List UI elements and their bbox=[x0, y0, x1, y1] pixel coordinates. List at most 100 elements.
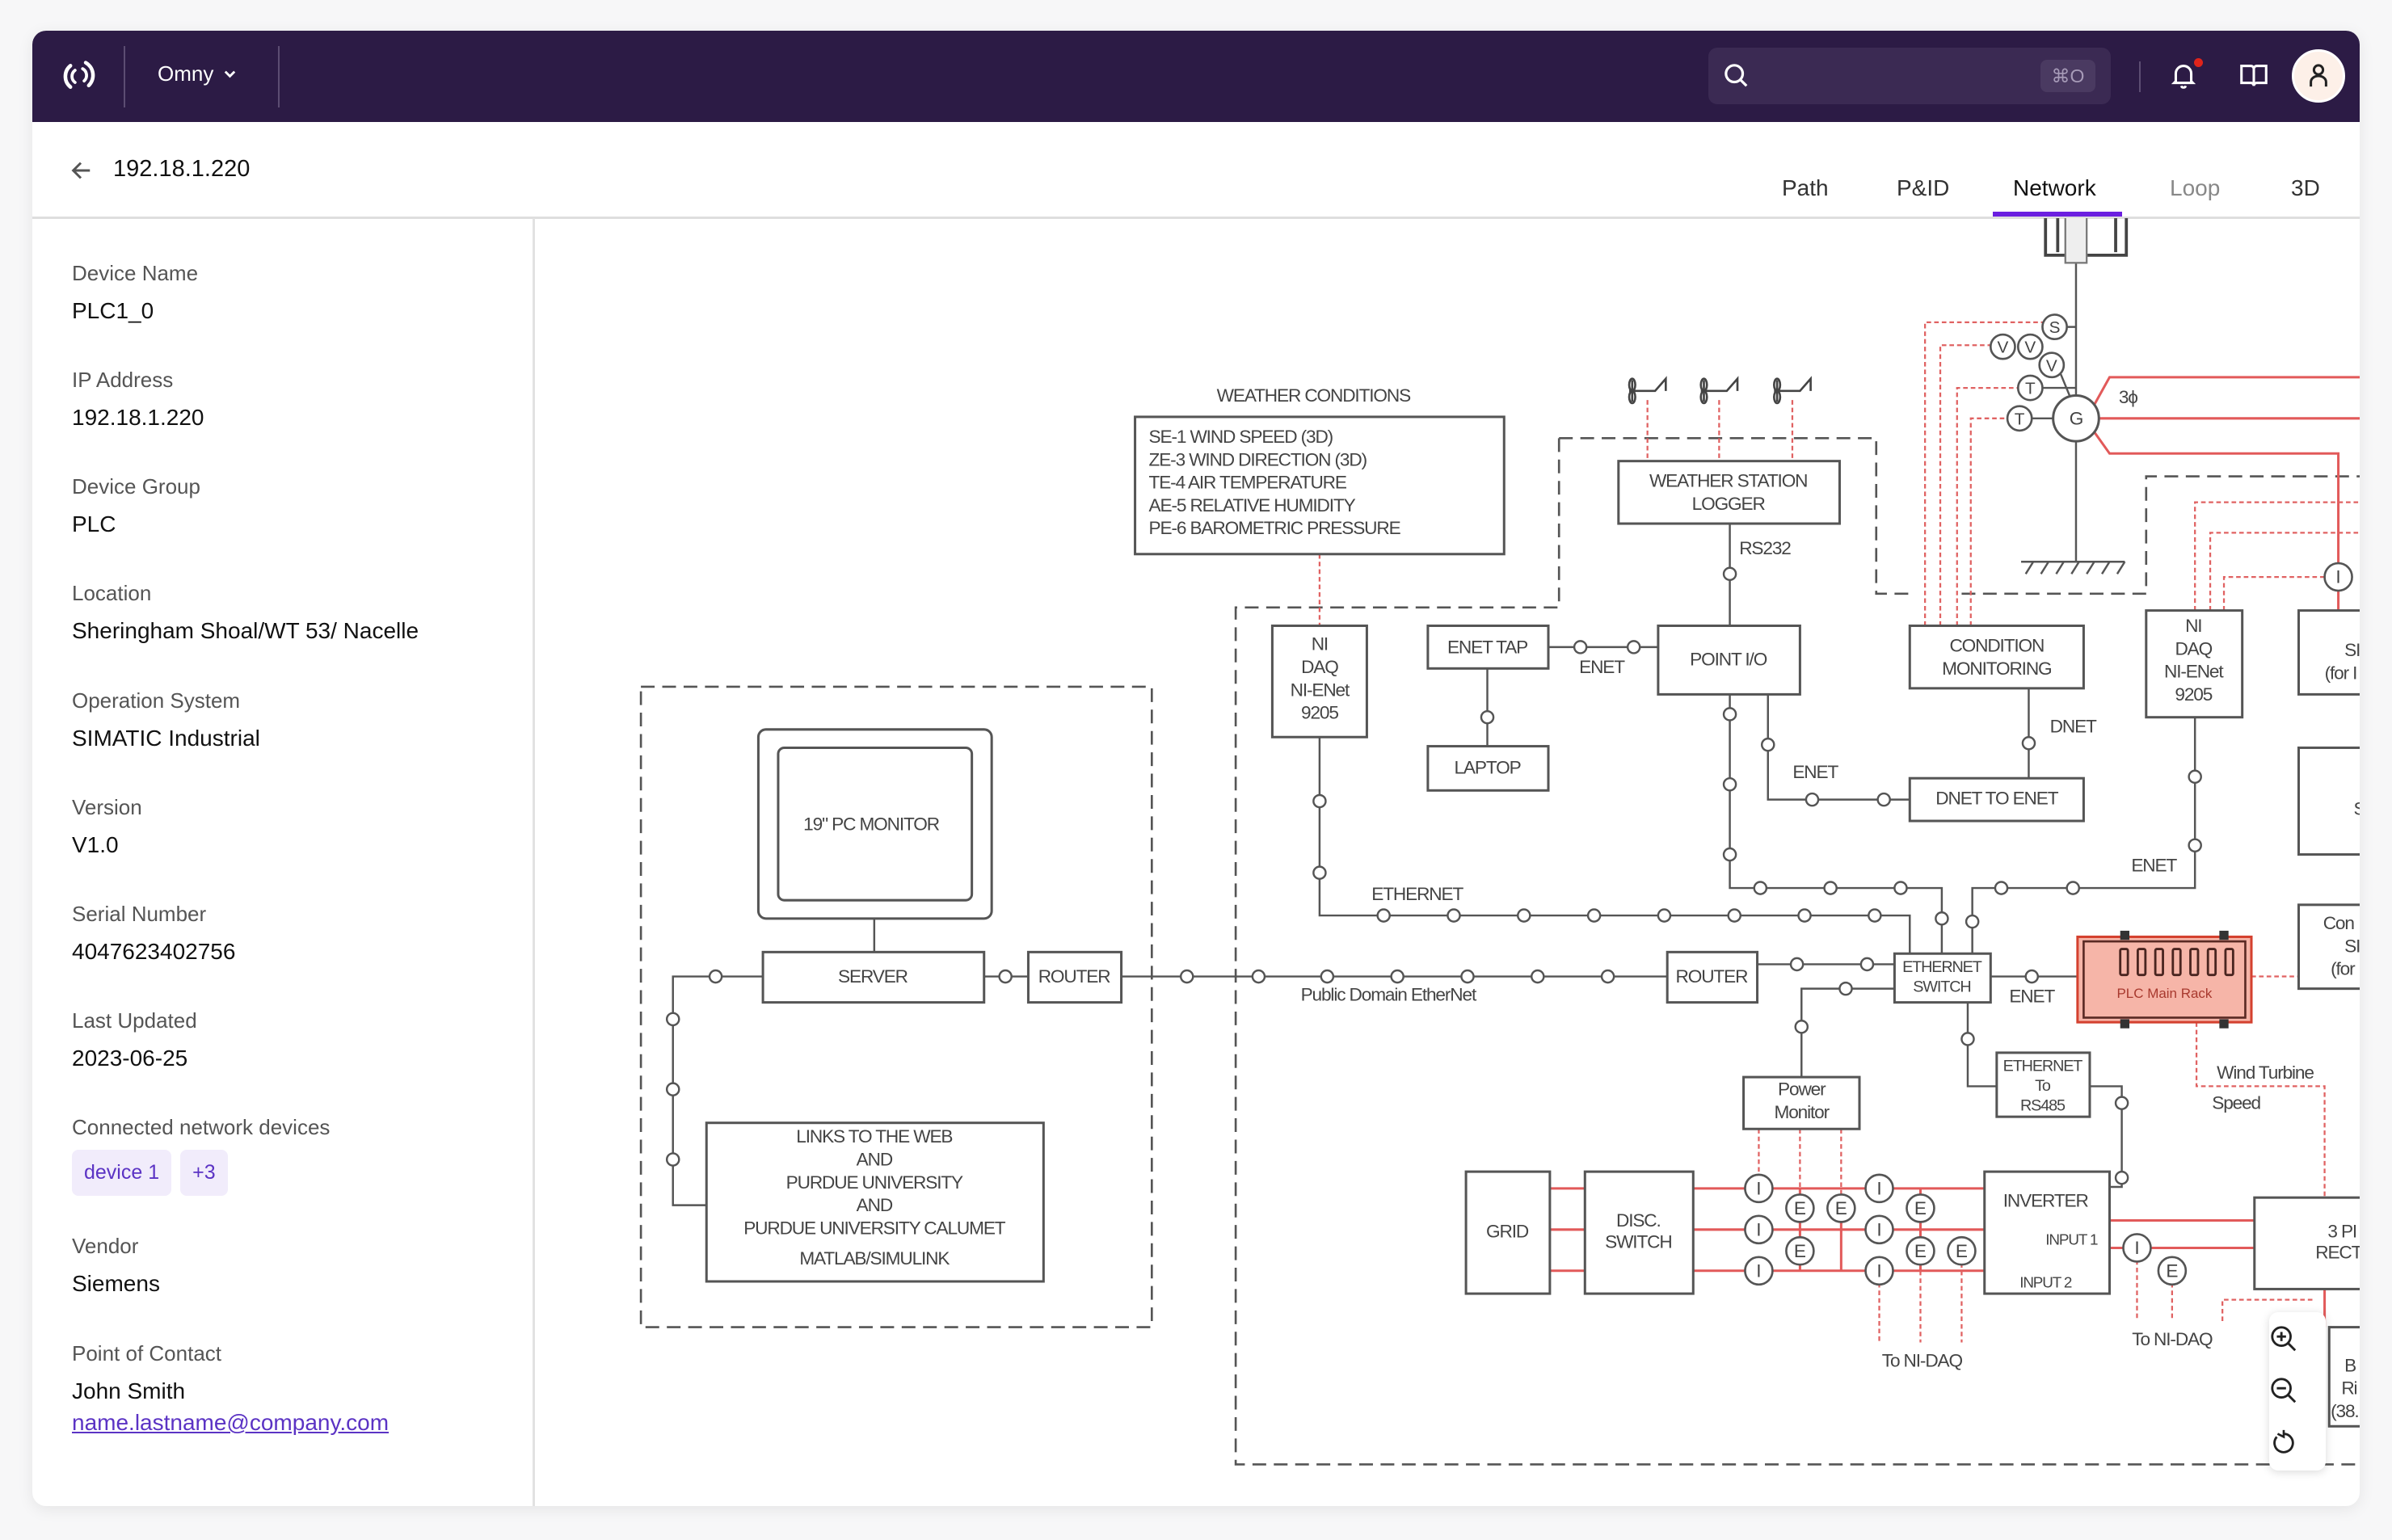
connector-node bbox=[1573, 640, 1588, 654]
tab-loop[interactable]: Loop bbox=[2170, 175, 2220, 201]
voltage-meter-icon: E bbox=[1906, 1193, 1935, 1223]
svg-text:E: E bbox=[1794, 1198, 1806, 1218]
back-arrow-icon[interactable] bbox=[69, 158, 93, 183]
ni-daq-label: NI-ENet bbox=[2164, 662, 2224, 682]
avatar[interactable] bbox=[2292, 49, 2345, 103]
svg-text:E: E bbox=[1956, 1241, 1968, 1261]
svg-text:I: I bbox=[2134, 1238, 2139, 1258]
current-meter-icon: I bbox=[1744, 1214, 1774, 1245]
input-1-label: INPUT 1 bbox=[2045, 1231, 2098, 1248]
connector-node bbox=[665, 1012, 680, 1027]
enet-label: ENET bbox=[2009, 987, 2055, 1007]
book-icon[interactable] bbox=[2237, 58, 2271, 92]
connector-node bbox=[2066, 881, 2080, 895]
ethernet-switch-label: ETHERNET bbox=[1902, 958, 1982, 976]
disc-switch-label: SWITCH bbox=[1605, 1231, 1671, 1252]
connector-node bbox=[1600, 969, 1615, 984]
connector-node bbox=[1994, 881, 2009, 895]
connector-node bbox=[1805, 792, 1820, 807]
field-value: 2023-06-25 bbox=[72, 1046, 188, 1071]
org-switcher[interactable]: Omny bbox=[158, 61, 238, 86]
plc-rack-label: PLC Main Rack bbox=[2116, 986, 2212, 1001]
dnet-label: DNET bbox=[2050, 717, 2097, 737]
connector-node bbox=[1893, 881, 1908, 895]
tab-pid[interactable]: P&ID bbox=[1897, 175, 1949, 201]
connector-node bbox=[1312, 865, 1327, 880]
svg-text:S: S bbox=[2049, 318, 2061, 337]
connector-node bbox=[665, 1152, 680, 1167]
plc-slot bbox=[2154, 948, 2164, 977]
ni-daq-label: NI bbox=[2185, 616, 2201, 636]
svg-text:I: I bbox=[2335, 567, 2340, 587]
field-value: 4047623402756 bbox=[72, 939, 236, 964]
contact-email-link[interactable]: name.lastname@company.com bbox=[72, 1410, 389, 1436]
plc-slot bbox=[2206, 948, 2217, 977]
b-label: (38. bbox=[2331, 1401, 2358, 1421]
tab-network[interactable]: Network bbox=[2013, 175, 2096, 201]
temperature-sensor-icon: T bbox=[2006, 405, 2033, 432]
connector-node bbox=[1722, 776, 1737, 792]
vibration-sensor-icon: V bbox=[2016, 333, 2044, 360]
generator-label: G bbox=[2070, 408, 2082, 428]
plc-slot bbox=[2224, 948, 2234, 977]
device-chip[interactable]: device 1 bbox=[72, 1150, 172, 1196]
connector-node bbox=[1376, 908, 1391, 923]
svg-text:E: E bbox=[1914, 1198, 1927, 1218]
svg-text:E: E bbox=[1794, 1241, 1806, 1261]
anemometer-icon bbox=[1628, 376, 1667, 405]
eth-rs485-label: RS485 bbox=[2020, 1097, 2066, 1115]
si-label: SI bbox=[2344, 640, 2360, 660]
wind-speed-label: Speed bbox=[2212, 1093, 2260, 1113]
field-connected-devices: Connected network devices device 1 +3 bbox=[72, 1113, 330, 1196]
omny-logo-icon[interactable] bbox=[60, 57, 99, 96]
connector-node bbox=[1626, 640, 1641, 654]
s-label: S bbox=[2353, 798, 2360, 818]
anemometers bbox=[1628, 376, 1812, 405]
ws-logger-label: WEATHER STATION bbox=[1649, 471, 1807, 491]
search-input[interactable]: ⌘O bbox=[1708, 48, 2111, 104]
power-monitor-label: Power bbox=[1778, 1079, 1826, 1100]
zoom-in-icon[interactable] bbox=[2269, 1324, 2298, 1353]
field-device-group: Device Group PLC bbox=[72, 473, 200, 540]
svg-text:T: T bbox=[2025, 380, 2036, 398]
contact-name: John Smith bbox=[72, 1378, 186, 1403]
connector-node bbox=[2188, 838, 2202, 853]
search-icon bbox=[1725, 64, 1748, 87]
vibration-sensor-icon: V bbox=[2038, 351, 2066, 379]
field-vendor: Vendor Siemens bbox=[72, 1232, 160, 1299]
dnet-to-enet-label: DNET TO ENET bbox=[1935, 788, 2058, 808]
field-operation-system: Operation System SIMATIC Industrial bbox=[72, 687, 260, 754]
field-value: V1.0 bbox=[72, 832, 119, 857]
connector-node bbox=[1657, 908, 1672, 923]
plc-slot bbox=[2189, 948, 2200, 977]
connector-node bbox=[1823, 881, 1838, 895]
field-label: Device Group bbox=[72, 474, 200, 499]
weather-item: AE-5 RELATIVE HUMIDITY bbox=[1149, 495, 1356, 515]
field-value: Siemens bbox=[72, 1271, 160, 1296]
connector-node bbox=[1722, 566, 1737, 582]
condition-monitoring-label: CONDITION bbox=[1949, 636, 2044, 656]
connector-node bbox=[1312, 793, 1327, 809]
org-name: Omny bbox=[158, 61, 214, 86]
connector-node bbox=[1531, 969, 1545, 984]
chevron-down-icon bbox=[225, 70, 236, 78]
network-diagram-canvas[interactable]: IIIIIIIIEEEEEEESVVVTT WEATHER CONDITIONS… bbox=[534, 218, 2360, 1506]
tab-path[interactable]: Path bbox=[1782, 175, 1829, 201]
weather-item: SE-1 WIND SPEED (3D) bbox=[1149, 427, 1333, 447]
plc-main-rack[interactable] bbox=[2076, 930, 2253, 1029]
zoom-out-icon[interactable] bbox=[2269, 1376, 2298, 1405]
field-ip-address: IP Address 192.18.1.220 bbox=[72, 366, 204, 433]
field-point-of-contact: Point of Contact John Smith name.lastnam… bbox=[72, 1340, 389, 1436]
connector-node bbox=[665, 1082, 680, 1096]
b-label: Ri bbox=[2341, 1378, 2356, 1399]
more-devices-chip[interactable]: +3 bbox=[180, 1150, 228, 1196]
field-value: PLC1_0 bbox=[72, 298, 154, 323]
connector-node bbox=[2114, 1096, 2129, 1110]
reset-view-icon[interactable] bbox=[2269, 1428, 2298, 1457]
condition-monitoring-label: MONITORING bbox=[1942, 658, 2051, 679]
three-phase-label: 3ϕ bbox=[2119, 387, 2137, 407]
rs232-label: RS232 bbox=[1739, 538, 1791, 558]
field-label: Device Name bbox=[72, 261, 199, 285]
tab-3d[interactable]: 3D bbox=[2291, 175, 2320, 201]
b-label: B bbox=[2344, 1355, 2356, 1375]
